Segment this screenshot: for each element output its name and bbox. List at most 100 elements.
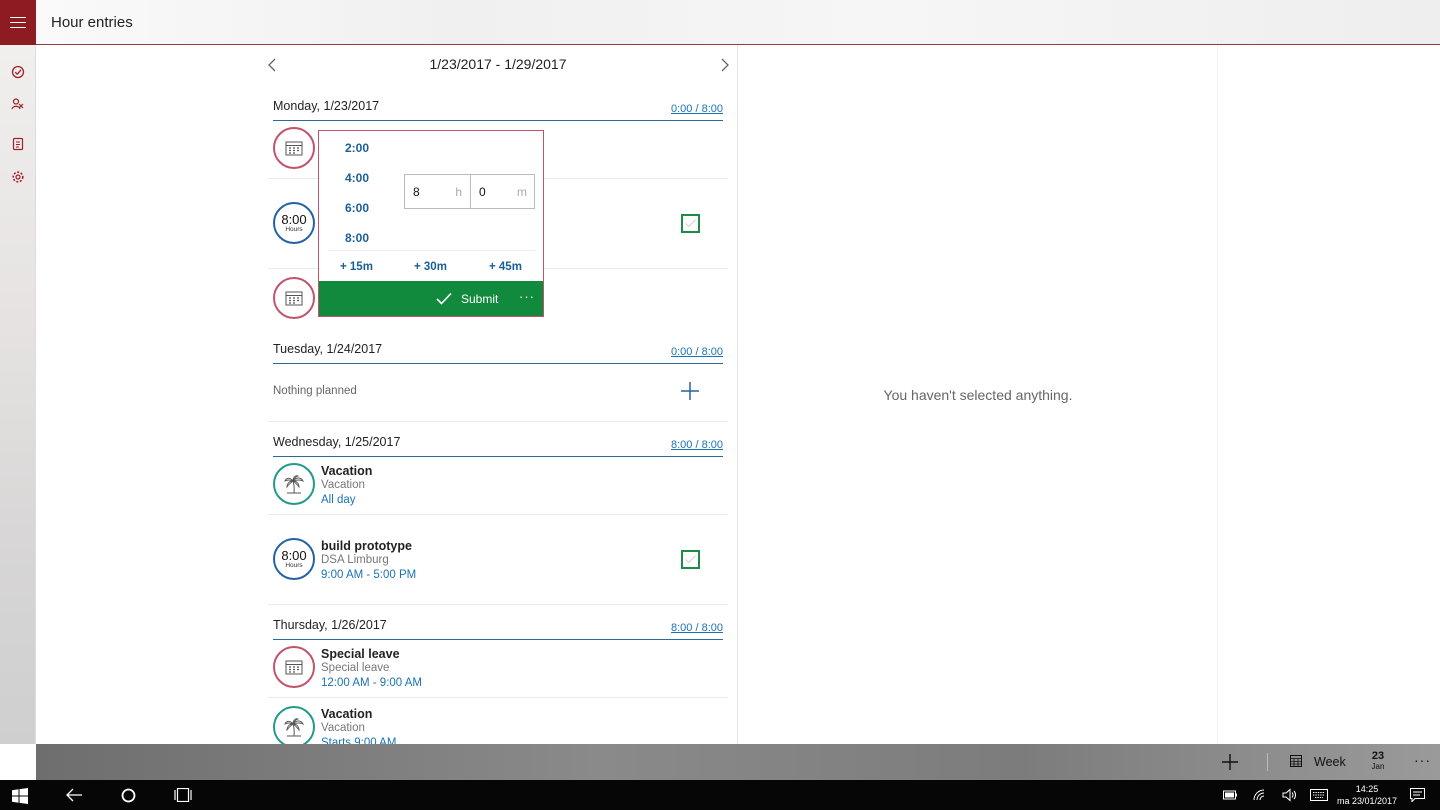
nothing-planned-text: Nothing planned — [273, 385, 357, 397]
today-month: Jan — [1371, 762, 1385, 771]
title-bar: Hour entries — [36, 0, 1440, 45]
entry-vacation-circle[interactable] — [273, 463, 315, 505]
entry-subtitle: DSA Limburg — [321, 554, 389, 566]
volume-icon[interactable] — [1282, 788, 1298, 802]
add-45m-button[interactable]: + 45m — [489, 261, 522, 273]
preset-6h-button[interactable]: 6:00 — [345, 201, 369, 215]
day-header-wednesday: Wednesday, 1/25/2017 8:00 / 8:00 — [273, 435, 723, 457]
entry-subtitle: Vacation — [321, 722, 365, 734]
no-selection-text: You haven't selected anything. — [883, 387, 1073, 403]
windows-start-icon[interactable] — [12, 788, 28, 804]
submit-label: Submit — [461, 292, 499, 306]
entry-calendar-circle[interactable] — [273, 127, 315, 169]
day-hours-link[interactable]: 0:00 / 8:00 — [671, 346, 723, 358]
people-icon[interactable] — [11, 97, 25, 111]
pane-divider — [737, 45, 738, 744]
hamburger-menu-button[interactable] — [0, 0, 36, 45]
app-command-bar: Week 23 Jan ··· — [36, 744, 1440, 780]
entry-hours-circle[interactable]: 8:00 Hours — [273, 538, 315, 580]
preset-8h-button[interactable]: 8:00 — [345, 231, 369, 245]
settings-icon[interactable] — [11, 170, 25, 184]
entry-separator — [268, 514, 728, 515]
entry-submit-checkbox[interactable] — [681, 214, 700, 233]
entry-subtitle: Special leave — [321, 662, 390, 674]
preset-4h-button[interactable]: 4:00 — [345, 171, 369, 185]
entry-calendar-circle[interactable] — [273, 646, 315, 688]
day-hours-link[interactable]: 0:00 / 8:00 — [671, 103, 723, 115]
more-options-button[interactable]: ··· — [1414, 752, 1431, 768]
entry-hours: 8:00 — [281, 547, 307, 563]
entry-hours-unit: Hours — [285, 225, 303, 233]
clock-date: ma 23/01/2017 — [1336, 796, 1398, 806]
day-hours-link[interactable]: 8:00 / 8:00 — [671, 439, 723, 451]
minutes-value: 0 — [479, 185, 486, 199]
calendar-icon — [285, 141, 303, 156]
add-15m-button[interactable]: + 15m — [340, 261, 373, 273]
entry-vacation-circle[interactable] — [273, 706, 315, 748]
add-entry-button[interactable] — [680, 381, 700, 401]
palm-tree-icon — [284, 718, 305, 737]
add-icon[interactable] — [1221, 753, 1239, 771]
pane-divider-right — [1217, 45, 1218, 744]
calendar-icon — [285, 660, 303, 675]
hours-unit: h — [455, 185, 462, 199]
entry-separator — [268, 421, 728, 422]
next-week-button[interactable] — [716, 57, 732, 73]
minutes-field[interactable]: 0 m — [470, 175, 535, 208]
entry-hours-unit: Hours — [285, 561, 303, 569]
entry-subtitle: Vacation — [321, 479, 365, 491]
entry-calendar-circle[interactable] — [273, 277, 315, 319]
entry-separator — [268, 697, 728, 698]
wifi-icon[interactable] — [1253, 789, 1267, 801]
day-name: Thursday, 1/26/2017 — [273, 618, 387, 632]
entry-title: Vacation — [321, 707, 373, 721]
entry-title: build prototype — [321, 539, 412, 553]
hours-picker-flyout: 2:00 4:00 6:00 8:00 8 h 0 m + 15m + 30m … — [318, 130, 544, 317]
nav-rail — [0, 45, 36, 744]
minutes-unit: m — [517, 185, 527, 199]
clock-time: 14:25 — [1355, 784, 1379, 794]
main-content — [36, 45, 1440, 744]
app-title: Hour entries — [51, 14, 133, 31]
day-header-monday: Monday, 1/23/2017 0:00 / 8:00 — [273, 99, 723, 121]
hours-field[interactable]: 8 h — [405, 175, 470, 208]
system-clock[interactable]: 14:25 ma 23/01/2017 — [1332, 783, 1402, 807]
entry-title: Special leave — [321, 647, 400, 661]
command-separator — [1267, 753, 1268, 771]
entry-time: 9:00 AM - 5:00 PM — [321, 569, 417, 581]
day-name: Monday, 1/23/2017 — [273, 99, 380, 113]
preset-2h-button[interactable]: 2:00 — [345, 141, 369, 155]
entry-time: 12:00 AM - 9:00 AM — [321, 677, 423, 689]
action-center-icon[interactable] — [1410, 788, 1425, 802]
cortana-icon[interactable] — [121, 788, 136, 803]
entry-hours: 8:00 — [281, 211, 307, 227]
entry-title: Vacation — [321, 464, 373, 478]
report-icon[interactable] — [11, 137, 25, 151]
battery-icon[interactable] — [1222, 790, 1238, 800]
day-hours-link[interactable]: 8:00 / 8:00 — [671, 622, 723, 634]
submit-button[interactable]: Submit ··· — [319, 281, 543, 316]
checkmark-icon[interactable] — [11, 65, 25, 79]
week-range-title: 1/23/2017 - 1/29/2017 — [429, 56, 567, 72]
today-button[interactable]: 23 Jan — [1366, 750, 1390, 772]
week-view-button[interactable]: Week — [1314, 755, 1346, 769]
entry-time: All day — [321, 494, 356, 506]
previous-week-button[interactable] — [265, 57, 281, 73]
hamburger-icon — [10, 18, 26, 27]
task-view-icon[interactable] — [174, 788, 192, 802]
checkmark-icon — [436, 292, 452, 305]
keyboard-icon[interactable] — [1310, 789, 1328, 801]
day-name: Wednesday, 1/25/2017 — [273, 435, 401, 449]
duration-input: 8 h 0 m — [404, 174, 535, 209]
entry-submit-checkbox[interactable] — [681, 550, 700, 569]
hours-value: 8 — [413, 185, 420, 199]
day-header-thursday: Thursday, 1/26/2017 8:00 / 8:00 — [273, 618, 723, 640]
entry-hours-circle[interactable]: 8:00 Hours — [273, 202, 315, 244]
calendar-view-icon[interactable] — [1290, 755, 1302, 767]
back-arrow-icon[interactable] — [66, 788, 82, 802]
today-day-number: 23 — [1371, 750, 1385, 762]
popup-more-button[interactable]: ··· — [519, 289, 535, 304]
add-30m-button[interactable]: + 30m — [414, 261, 447, 273]
entry-separator — [268, 604, 728, 605]
palm-tree-icon — [284, 475, 305, 494]
